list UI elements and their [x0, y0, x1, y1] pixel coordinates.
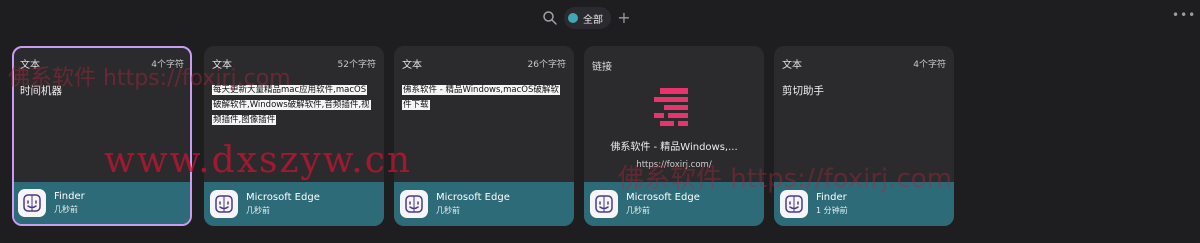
- filter-color-dot: [568, 13, 578, 23]
- card-source: Microsoft Edge 几秒前: [394, 182, 574, 226]
- card-header: 链接: [592, 58, 756, 73]
- search-icon: [543, 11, 557, 25]
- source-app-name: Microsoft Edge: [436, 192, 510, 203]
- card-type-label: 文本: [20, 59, 40, 71]
- copied-time: 几秒前: [54, 205, 78, 214]
- card-content: 时间机器: [20, 85, 62, 97]
- source-app-name: Microsoft Edge: [246, 192, 320, 203]
- card-source: Microsoft Edge 几秒前: [584, 182, 764, 226]
- card-char-count: 52个字符: [337, 59, 376, 70]
- card-source: Finder 1 分钟前: [774, 182, 954, 226]
- card-content-text: 佛系软件 - 精品Windows,macOS破解软件下载: [402, 85, 560, 110]
- site-logo-icon: [654, 88, 688, 126]
- card-char-count: 4个字符: [151, 59, 184, 70]
- copied-time: 几秒前: [246, 206, 270, 215]
- card-header: 文本 26个字符: [402, 56, 566, 71]
- source-app-name: Finder: [816, 192, 847, 203]
- copied-time: 几秒前: [626, 206, 650, 215]
- edge-app-icon: [590, 190, 618, 218]
- card-type-label: 链接: [592, 61, 612, 73]
- finder-app-icon: [780, 190, 808, 218]
- card-type-label: 文本: [402, 59, 422, 71]
- card-type-label: 文本: [212, 59, 232, 71]
- card-content: 每天更新大量精品mac应用软件,macOS破解软件,Windows破解软件,音频…: [212, 82, 374, 127]
- top-toolbar: 全部 + •••: [0, 6, 1200, 32]
- filter-label: 全部: [583, 14, 603, 26]
- link-url: https://foxirj.com/: [636, 160, 712, 170]
- copied-time: 几秒前: [436, 206, 460, 215]
- edge-app-icon: [400, 190, 428, 218]
- card-content: 剪切助手: [782, 85, 824, 97]
- card-char-count: 26个字符: [527, 59, 566, 70]
- source-app-name: Microsoft Edge: [626, 192, 700, 203]
- clip-card-3[interactable]: 文本 26个字符 佛系软件 - 精品Windows,macOS破解软件下载 Mi…: [394, 46, 574, 226]
- card-char-count: 4个字符: [913, 59, 946, 70]
- card-type-label: 文本: [782, 59, 802, 71]
- card-header: 文本 52个字符: [212, 56, 376, 71]
- card-content-text: 每天更新大量精品mac应用软件,macOS破解软件,Windows破解软件,音频…: [212, 85, 371, 125]
- clip-card-2[interactable]: 文本 52个字符 每天更新大量精品mac应用软件,macOS破解软件,Windo…: [204, 46, 384, 226]
- clip-card-4-link[interactable]: 链接 佛系软件 - 精品Windows,... https://foxirj.c…: [584, 46, 764, 226]
- clip-card-5[interactable]: 文本 4个字符 剪切助手 Finder 1 分钟前: [774, 46, 954, 226]
- filter-all-button[interactable]: 全部: [564, 7, 611, 29]
- search-button[interactable]: [542, 10, 560, 28]
- clipboard-window: 全部 + ••• 文本 4个字符 时间机器 Finder 几秒前 文本 52个字…: [0, 0, 1200, 243]
- copied-time: 1 分钟前: [816, 206, 848, 215]
- card-content: 佛系软件 - 精品Windows,macOS破解软件下载: [402, 82, 564, 112]
- card-header: 文本 4个字符: [782, 56, 946, 71]
- finder-app-icon: [18, 189, 46, 217]
- more-options-button[interactable]: •••: [1172, 8, 1195, 26]
- card-header: 文本 4个字符: [20, 56, 184, 71]
- edge-app-icon: [210, 190, 238, 218]
- link-title: 佛系软件 - 精品Windows,...: [610, 142, 738, 153]
- clip-card-1[interactable]: 文本 4个字符 时间机器 Finder 几秒前: [12, 46, 192, 226]
- card-source: Finder 几秒前: [14, 182, 190, 224]
- add-filter-button[interactable]: +: [616, 7, 632, 29]
- card-source: Microsoft Edge 几秒前: [204, 182, 384, 226]
- source-app-name: Finder: [54, 191, 85, 202]
